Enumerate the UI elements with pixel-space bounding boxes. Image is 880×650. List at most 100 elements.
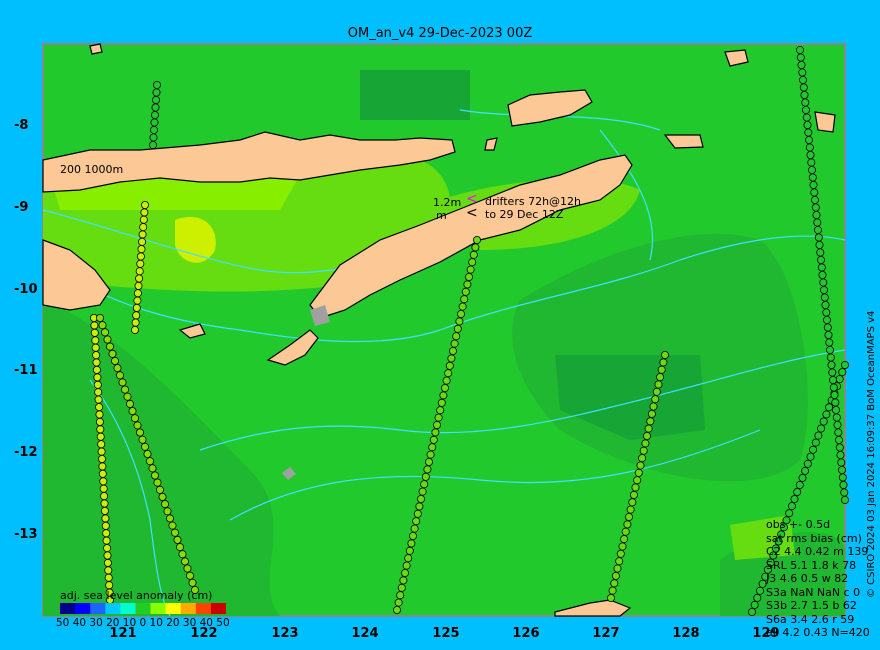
track-observation: [644, 424, 653, 433]
track-observation: [399, 576, 408, 585]
track-observation: [408, 532, 417, 541]
track-observation: [100, 506, 109, 515]
y-tick-label: -13: [14, 527, 38, 542]
track-observation: [428, 443, 437, 452]
track-observation: [437, 398, 446, 407]
track-observation: [826, 345, 835, 354]
track-observation: [400, 569, 409, 578]
drifter-black-arrow: <: [466, 205, 478, 221]
drifters-date-label: to 29 Dec 12Z: [485, 208, 564, 221]
track-observation: [126, 399, 135, 408]
track-observation: [183, 564, 192, 573]
track-observation: [790, 495, 799, 504]
track-observation: [150, 471, 159, 480]
track-observation: [145, 457, 154, 466]
colorbar-segment: [180, 603, 197, 614]
track-observation: [138, 435, 147, 444]
track-observation: [95, 403, 104, 412]
track-observation: [394, 598, 403, 607]
track-observation: [180, 557, 189, 566]
track-observation: [418, 487, 427, 496]
track-observation: [150, 118, 159, 127]
track-observation: [132, 303, 141, 312]
track-observation: [118, 378, 127, 387]
track-observation: [615, 557, 624, 566]
colorbar: [60, 603, 226, 614]
track-observation: [835, 435, 844, 444]
track-observation: [628, 498, 637, 507]
stats-row: C2 4.4 0.42 m 139: [766, 545, 869, 558]
track-observation: [643, 431, 652, 440]
track-observation: [93, 380, 102, 389]
x-tick-label: 127: [592, 626, 620, 641]
track-observation: [139, 223, 148, 232]
track-observation: [460, 295, 469, 304]
track-observation: [140, 442, 149, 451]
track-observation: [822, 410, 831, 419]
track-observation: [96, 425, 105, 434]
track-observation: [436, 406, 445, 415]
track-observation: [96, 432, 105, 441]
track-observation: [800, 91, 809, 100]
track-observation: [826, 353, 835, 362]
track-observation: [132, 311, 141, 320]
track-observation: [128, 407, 137, 416]
track-observation: [140, 200, 149, 209]
track-observation: [407, 539, 416, 548]
track-observation: [113, 364, 122, 373]
track-observation: [97, 440, 106, 449]
track-observation: [654, 380, 663, 389]
y-tick-label: -12: [14, 445, 38, 460]
track-observation: [150, 111, 159, 120]
track-observation: [806, 452, 815, 461]
track-observation: [135, 267, 144, 276]
track-observation: [103, 544, 112, 553]
track-observation: [149, 133, 158, 142]
stats-subheader: sat rms bias (cm): [766, 531, 862, 545]
track-observation: [756, 586, 765, 595]
track-observation: [104, 573, 113, 582]
track-observation: [833, 420, 842, 429]
track-observation: [607, 594, 616, 603]
track-observation: [647, 409, 656, 418]
y-tick-label: -11: [14, 363, 38, 378]
track-observation: [639, 446, 648, 455]
track-observation: [396, 591, 405, 600]
track-observation: [748, 608, 757, 617]
track-observation: [626, 505, 635, 514]
track-observation: [98, 462, 107, 471]
track-observation: [832, 413, 841, 422]
track-observation: [151, 103, 160, 112]
track-observation: [90, 321, 99, 330]
colorbar-segment: [60, 603, 76, 614]
track-observation: [836, 450, 845, 459]
stats-row: J3 4.6 0.5 w 82: [766, 572, 849, 585]
track-observation: [158, 492, 167, 501]
track-observation: [416, 494, 425, 503]
track-observation: [819, 278, 828, 287]
track-observation: [461, 287, 470, 296]
track-observation: [472, 235, 481, 244]
track-observation: [98, 469, 107, 478]
track-observation: [652, 387, 661, 396]
stats-row: S3b 2.7 1.5 b 62: [766, 599, 857, 612]
track-observation: [463, 280, 472, 289]
track-observation: [787, 502, 796, 511]
track-observation: [813, 218, 822, 227]
track-observation: [151, 96, 160, 105]
track-observation: [133, 296, 142, 305]
track-observation: [817, 424, 826, 433]
track-observation: [413, 509, 422, 518]
map-title: OM_an_v4 29-Dec-2023 00Z: [347, 26, 533, 41]
track-observation: [469, 250, 478, 259]
track-observation: [611, 571, 620, 580]
track-observation: [447, 354, 456, 363]
track-observation: [621, 527, 630, 536]
track-observation: [835, 443, 844, 452]
stats-row: all 4.2 0.43 N=420: [766, 626, 870, 639]
x-tick-label: 125: [432, 626, 460, 641]
track-observation: [123, 392, 132, 401]
track-observation: [634, 468, 643, 477]
track-observation: [840, 488, 849, 497]
track-observation: [152, 88, 161, 97]
